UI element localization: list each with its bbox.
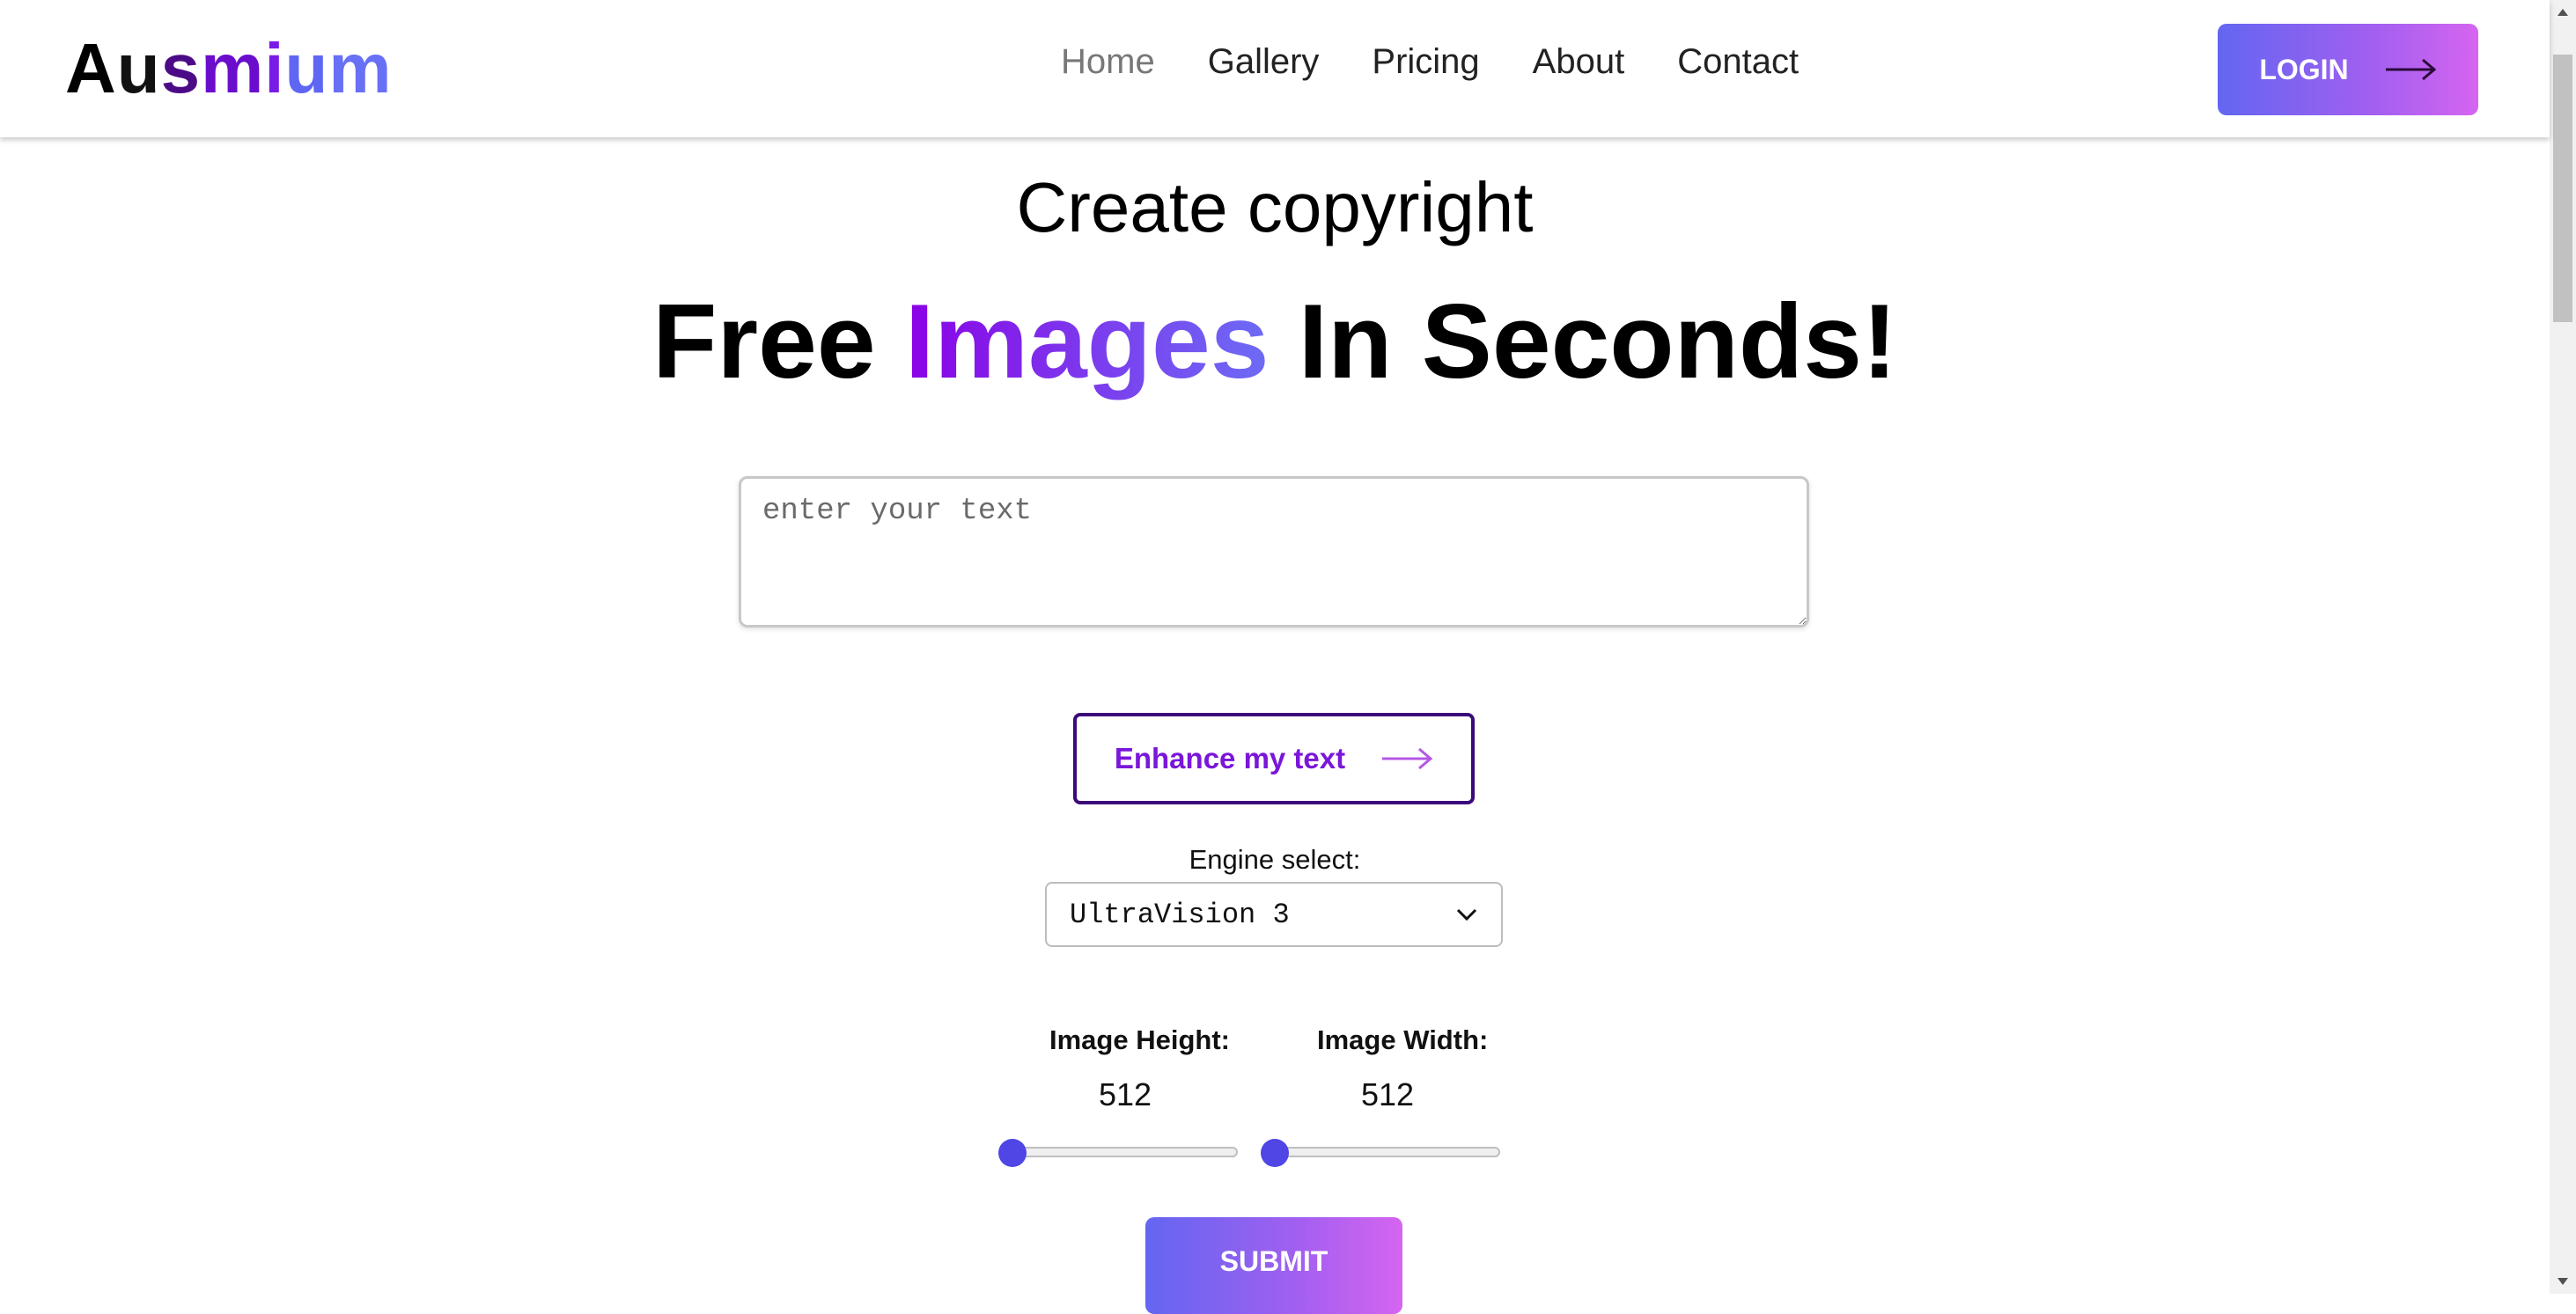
scrollbar-thumb[interactable] [2553, 55, 2572, 322]
site-header: Ausmium Home Gallery Pricing About Conta… [0, 0, 2550, 137]
nav-contact-link[interactable]: Contact [1677, 37, 1799, 86]
nav-home-link[interactable]: Home [1061, 37, 1155, 86]
logo-letter: m [201, 29, 265, 107]
logo-letter: u [116, 29, 161, 107]
image-width-slider[interactable] [1261, 1139, 1500, 1167]
scroll-up-icon[interactable] [2550, 0, 2576, 25]
nav-about-link[interactable]: About [1533, 37, 1625, 86]
slider-thumb[interactable] [1261, 1139, 1289, 1167]
hero-title-after: In Seconds! [1269, 283, 1897, 400]
page-scrollbar[interactable] [2550, 0, 2576, 1294]
image-height-label: Image Height: [1049, 1024, 1230, 1055]
logo-letter: s [160, 29, 202, 107]
logo[interactable]: Ausmium [65, 25, 393, 113]
engine-select[interactable]: UltraVision 3 [1045, 882, 1503, 947]
arrow-right-icon [2385, 58, 2436, 81]
arrow-right-icon [1382, 747, 1433, 770]
slider-track [1012, 1147, 1238, 1157]
submit-label: SUBMIT [1219, 1245, 1328, 1277]
hero-title-highlight: Images [904, 283, 1270, 400]
logo-letter: m [328, 29, 393, 107]
image-width-value: 512 [1360, 1076, 1415, 1112]
slider-thumb[interactable] [998, 1139, 1027, 1167]
hero-title-before: Free [652, 283, 905, 400]
hero-subtitle: Create copyright [1016, 168, 1534, 246]
prompt-input[interactable] [739, 476, 1809, 628]
image-height-slider[interactable] [998, 1139, 1238, 1167]
login-label: LOGIN [2259, 53, 2349, 85]
hero-title: Free Images In Seconds! [0, 280, 2550, 403]
nav-gallery-link[interactable]: Gallery [1208, 37, 1320, 86]
logo-letter: u [284, 29, 329, 107]
logo-letter: i [264, 29, 285, 107]
engine-selected-value: UltraVision 3 [1070, 898, 1290, 931]
image-width-label: Image Width: [1317, 1024, 1489, 1055]
enhance-label: Enhance my text [1114, 742, 1346, 774]
chevron-down-icon [1456, 908, 1477, 921]
main-nav: Home Gallery Pricing About Contact [1061, 37, 1799, 86]
submit-button[interactable]: SUBMIT [1145, 1217, 1402, 1314]
nav-pricing-link[interactable]: Pricing [1372, 37, 1479, 86]
enhance-text-button[interactable]: Enhance my text [1073, 713, 1475, 804]
slider-track [1275, 1147, 1500, 1157]
logo-letter: A [65, 29, 117, 107]
scroll-down-icon[interactable] [2550, 1269, 2576, 1294]
login-button[interactable]: LOGIN [2218, 24, 2478, 115]
image-height-value: 512 [1098, 1076, 1152, 1112]
engine-select-label: Engine select: [1189, 844, 1361, 875]
